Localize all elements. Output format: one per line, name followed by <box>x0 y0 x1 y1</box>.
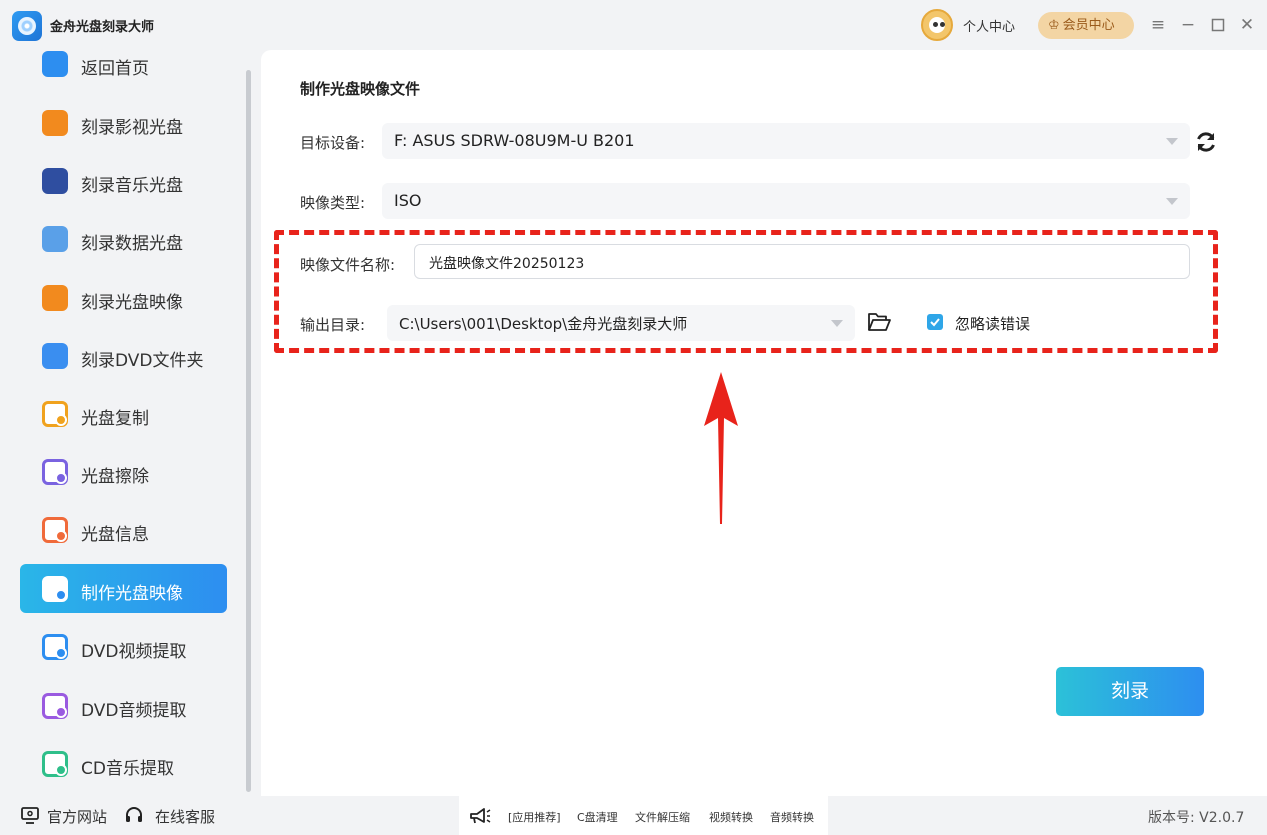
vip-center-label: 会员中心 <box>1062 18 1115 33</box>
chevron-down-icon <box>1166 198 1178 205</box>
promo-link-video-convert[interactable]: 视频转换 <box>709 809 753 825</box>
online-support-link[interactable]: 在线客服 <box>155 806 215 827</box>
output-dir-label: 输出目录: <box>300 316 366 334</box>
minimize-button[interactable]: − <box>1178 12 1198 38</box>
sidebar-item-music-disc[interactable]: 刻录音乐光盘 <box>20 156 227 205</box>
sidebar-item-label: 光盘信息 <box>81 525 149 545</box>
burn-button[interactable]: 刻录 <box>1056 667 1204 716</box>
video-disc-icon <box>42 110 68 136</box>
sidebar-item-dvd-audio-extract[interactable]: DVD音频提取 <box>20 681 227 730</box>
disc-copy-icon <box>42 401 68 427</box>
disc-erase-icon <box>42 459 68 485</box>
output-dir-select[interactable]: C:\Users\001\Desktop\金舟光盘刻录大师 <box>387 305 855 341</box>
close-button[interactable]: ✕ <box>1237 12 1257 38</box>
promo-link-c-clean[interactable]: C盘清理 <box>577 809 618 825</box>
sidebar-item-disc-erase[interactable]: 光盘擦除 <box>20 447 227 496</box>
refresh-icon[interactable] <box>1194 130 1218 154</box>
sidebar-item-data-disc[interactable]: 刻录数据光盘 <box>20 214 227 263</box>
crown-icon: ♔ <box>1048 18 1060 33</box>
promo-link-audio-convert[interactable]: 音频转换 <box>770 809 814 825</box>
sidebar-item-dvd-video-extract[interactable]: DVD视频提取 <box>20 622 227 671</box>
disc-info-icon <box>42 517 68 543</box>
sidebar-item-disc-info[interactable]: 光盘信息 <box>20 505 227 554</box>
promo-tag: [应用推荐] <box>508 811 561 824</box>
image-type-label: 映像类型: <box>300 194 366 212</box>
sidebar-item-label: 刻录影视光盘 <box>81 118 183 138</box>
page-title: 制作光盘映像文件 <box>300 80 421 98</box>
footer: 官方网站 在线客服 [应用推荐] C盘清理 文件解压缩 视频转换 音频转换 版本… <box>0 796 1267 835</box>
version-label: 版本号: V2.0.7 <box>1148 810 1245 826</box>
sidebar-item-disc-copy[interactable]: 光盘复制 <box>20 389 227 438</box>
maximize-button[interactable] <box>1208 12 1228 38</box>
output-dir-value: C:\Users\001\Desktop\金舟光盘刻录大师 <box>399 315 688 333</box>
sidebar-scrollbar[interactable] <box>246 70 251 792</box>
sidebar-item-dvd-folder[interactable]: 刻录DVD文件夹 <box>20 331 227 380</box>
red-arrow-annotation <box>704 372 738 524</box>
sidebar-item-label: 光盘复制 <box>81 409 149 429</box>
sidebar-item-label: 返回首页 <box>81 59 149 79</box>
sidebar-item-label: 刻录数据光盘 <box>81 234 183 254</box>
sidebar-item-label: CD音乐提取 <box>81 759 174 779</box>
target-device-value: F: ASUS SDRW-08U9M-U B201 <box>394 131 635 150</box>
chevron-down-icon <box>1166 138 1178 145</box>
data-disc-icon <box>42 226 68 252</box>
sidebar-item-label: DVD音频提取 <box>81 701 187 721</box>
promo-link-unzip[interactable]: 文件解压缩 <box>635 809 690 825</box>
sidebar: 返回首页刻录影视光盘 刻录音乐光盘 刻录数据光盘 刻录光盘映像刻录DVD文件夹 光盘复制… <box>0 50 258 796</box>
sidebar-item-label: 制作光盘映像 <box>81 584 183 604</box>
sidebar-item-home[interactable]: 返回首页 <box>20 39 227 88</box>
sidebar-item-label: 刻录DVD文件夹 <box>81 351 204 371</box>
sidebar-item-label: 刻录光盘映像 <box>81 293 183 313</box>
megaphone-icon <box>470 808 491 824</box>
sidebar-item-video-disc[interactable]: 刻录影视光盘 <box>20 98 227 147</box>
personal-center-link[interactable]: 个人中心 <box>963 16 1015 35</box>
website-icon <box>21 807 39 824</box>
target-device-label: 目标设备: <box>300 134 366 152</box>
target-device-select[interactable]: F: ASUS SDRW-08U9M-U B201 <box>382 123 1190 159</box>
promo-bar: [应用推荐] C盘清理 文件解压缩 视频转换 音频转换 <box>459 796 828 835</box>
menu-icon[interactable]: ≡ <box>1148 12 1168 38</box>
sidebar-item-make-disc-image[interactable]: 制作光盘映像 <box>20 564 227 613</box>
ignore-errors-label: 忽略读错误 <box>955 315 1031 333</box>
image-type-value: ISO <box>394 191 422 210</box>
make-disc-image-icon <box>42 576 68 602</box>
folder-open-icon[interactable] <box>867 311 891 333</box>
disc-image-icon <box>42 285 68 311</box>
chevron-down-icon <box>831 320 843 327</box>
user-avatar[interactable] <box>921 9 953 41</box>
dvd-audio-extract-icon <box>42 693 68 719</box>
music-disc-icon <box>42 168 68 194</box>
sidebar-item-label: 刻录音乐光盘 <box>81 176 183 196</box>
main-panel: 制作光盘映像文件 目标设备: F: ASUS SDRW-08U9M-U B201… <box>261 50 1267 796</box>
home-icon <box>42 51 68 77</box>
headset-icon <box>126 807 142 822</box>
sidebar-item-label: 光盘擦除 <box>81 467 149 487</box>
sidebar-item-disc-image[interactable]: 刻录光盘映像 <box>20 273 227 322</box>
image-name-input[interactable]: 光盘映像文件20250123 <box>414 244 1190 279</box>
app-logo-icon <box>12 11 42 41</box>
dvd-video-extract-icon <box>42 634 68 660</box>
sidebar-item-cd-music-extract[interactable]: CD音乐提取 <box>20 739 227 788</box>
dvd-folder-icon <box>42 343 68 369</box>
official-website-link[interactable]: 官方网站 <box>47 806 107 827</box>
image-type-select[interactable]: ISO <box>382 183 1190 219</box>
sidebar-item-label: DVD视频提取 <box>81 642 187 662</box>
image-name-label: 映像文件名称: <box>300 256 396 274</box>
cd-music-extract-icon <box>42 751 68 777</box>
ignore-errors-checkbox[interactable] <box>927 314 943 330</box>
app-title: 金舟光盘刻录大师 <box>50 20 155 35</box>
vip-center-button[interactable]: ♔ 会员中心 <box>1038 12 1134 39</box>
